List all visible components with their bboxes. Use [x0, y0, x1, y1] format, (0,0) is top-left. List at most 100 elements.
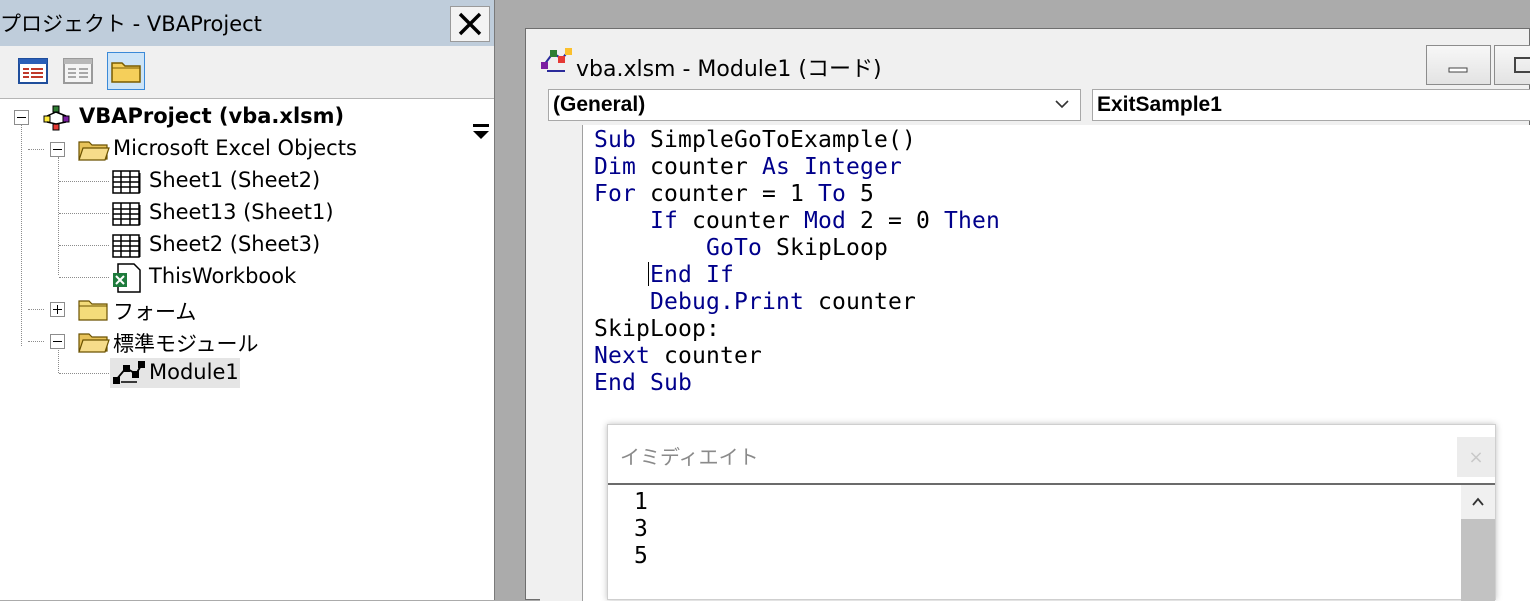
tree-connector	[59, 373, 109, 374]
workbook-icon	[113, 263, 141, 293]
code-text: 5	[845, 181, 874, 207]
project-explorer-close-button[interactable]	[450, 6, 490, 42]
scroll-up-button[interactable]	[1461, 485, 1495, 519]
output-line: 3	[634, 516, 648, 542]
code-keyword: End Sub	[594, 370, 692, 396]
tree-item-sheet[interactable]: Sheet13 (Sheet1)	[149, 200, 334, 224]
view-code-icon	[18, 58, 48, 84]
code-window-titlebar[interactable]: vba.xlsm - Module1 (コード)	[526, 29, 1530, 87]
code-keyword: End If	[650, 262, 734, 288]
restore-icon	[1514, 57, 1530, 73]
project-explorer-toolbar	[0, 46, 494, 139]
view-code-button[interactable]	[14, 52, 52, 90]
procedure-combo-box[interactable]: ExitSample1	[1092, 89, 1530, 121]
modules-collapse-toggle[interactable]	[50, 334, 65, 349]
folder-icon	[78, 300, 108, 321]
code-keyword: Then	[943, 208, 1000, 234]
tree-connector	[58, 157, 59, 275]
code-line: Debug.Print counter	[594, 289, 1000, 316]
code-lines: Sub SimpleGoToExample() Dim counter As In…	[594, 127, 1000, 397]
immediate-close-button[interactable]: ×	[1457, 437, 1495, 477]
code-keyword: Sub	[594, 127, 636, 153]
forms-expand-toggle[interactable]	[50, 302, 65, 317]
tree-connector	[21, 124, 22, 346]
output-line: 1	[634, 489, 648, 515]
code-line: Sub SimpleGoToExample()	[594, 127, 1000, 154]
immediate-window-title: イミディエイト	[620, 445, 759, 469]
immediate-scrollbar[interactable]	[1461, 485, 1495, 601]
chevron-down-icon	[1055, 100, 1069, 109]
view-object-icon	[63, 58, 93, 84]
tree-item-forms[interactable]: フォーム	[113, 296, 196, 326]
worksheet-icon	[112, 202, 141, 226]
open-folder-icon	[78, 141, 110, 161]
view-object-button[interactable]	[59, 52, 97, 90]
tree-item-vbaproject[interactable]: VBAProject (vba.xlsm)	[79, 104, 344, 128]
minimize-icon	[1448, 67, 1468, 73]
tree-item-sheet[interactable]: Sheet1 (Sheet2)	[149, 168, 320, 192]
code-keyword: Mod	[803, 208, 846, 234]
minimize-button[interactable]	[1426, 45, 1491, 85]
tree-connector	[28, 309, 44, 310]
restore-button[interactable]	[1494, 45, 1530, 85]
close-icon: ×	[1468, 446, 1484, 468]
code-keyword: For	[594, 181, 636, 207]
project-tree[interactable]: VBAProject (vba.xlsm) Microsoft Excel Ob…	[0, 100, 494, 600]
tree-item-thisworkbook[interactable]: ThisWorkbook	[149, 264, 296, 288]
close-icon	[458, 12, 482, 36]
code-text: counter = 1	[636, 181, 818, 207]
code-line: Next counter	[594, 343, 1000, 370]
code-text: SimpleGoToExample()	[636, 127, 916, 153]
code-line: If counter Mod 2 = 0 Then	[594, 208, 1000, 235]
tree-item-standard-modules[interactable]: 標準モジュール	[113, 328, 259, 358]
scrollbar-thumb[interactable]	[1461, 519, 1495, 601]
code-text: SkipLoop:	[594, 316, 720, 342]
tree-connector	[58, 350, 59, 373]
code-keyword: Next	[594, 343, 650, 369]
module-icon	[113, 361, 145, 384]
code-line: End Sub	[594, 370, 1000, 397]
code-keyword: To	[817, 181, 846, 207]
toggle-folders-button[interactable]	[107, 52, 145, 90]
project-explorer-titlebar[interactable]: プロジェクト - VBAProject	[0, 0, 494, 46]
code-text: counter	[636, 154, 762, 180]
code-line: SkipLoop:	[594, 316, 1000, 343]
object-combo-box[interactable]: (General)	[548, 89, 1081, 121]
project-explorer-pane: プロジェクト - VBAProject VBAProject (vba.xlsm…	[0, 0, 495, 600]
procedure-combo-value: ExitSample1	[1097, 93, 1222, 116]
tree-connector	[59, 181, 109, 182]
worksheet-icon	[112, 234, 141, 258]
code-line: End If	[594, 262, 1000, 289]
code-line: GoTo SkipLoop	[594, 235, 1000, 262]
code-editor-margin[interactable]	[540, 125, 583, 601]
code-keyword: Dim	[594, 154, 636, 180]
code-text: counter	[650, 343, 762, 369]
chevron-up-icon	[1472, 497, 1484, 506]
code-keyword: If	[650, 208, 678, 234]
tree-connector	[59, 277, 109, 278]
immediate-window-titlebar[interactable]: イミディエイト ×	[608, 425, 1495, 485]
code-line: Dim counter As Integer	[594, 154, 1000, 181]
tree-item-module1[interactable]: Module1	[149, 360, 239, 384]
root-collapse-toggle[interactable]	[14, 110, 29, 125]
excel-objects-collapse-toggle[interactable]	[50, 142, 65, 157]
code-text: counter	[803, 289, 916, 315]
code-text: 2 = 0	[845, 208, 944, 234]
tree-item-excel-objects[interactable]: Microsoft Excel Objects	[113, 136, 357, 160]
output-line: 5	[634, 543, 648, 569]
tree-connector	[59, 245, 109, 246]
code-text: counter	[678, 208, 804, 234]
immediate-output[interactable]: 1 3 5	[634, 489, 648, 570]
immediate-window[interactable]: イミディエイト × 1 3 5	[607, 424, 1496, 601]
code-window-title: vba.xlsm - Module1 (コード)	[576, 57, 882, 82]
code-keyword: As Integer	[761, 154, 902, 180]
vba-project-icon	[43, 105, 70, 131]
tree-connector	[28, 341, 44, 342]
code-line: For counter = 1 To 5	[594, 181, 1000, 208]
tree-connector	[59, 213, 109, 214]
tree-item-sheet[interactable]: Sheet2 (Sheet3)	[149, 232, 320, 256]
folder-icon	[111, 62, 141, 83]
